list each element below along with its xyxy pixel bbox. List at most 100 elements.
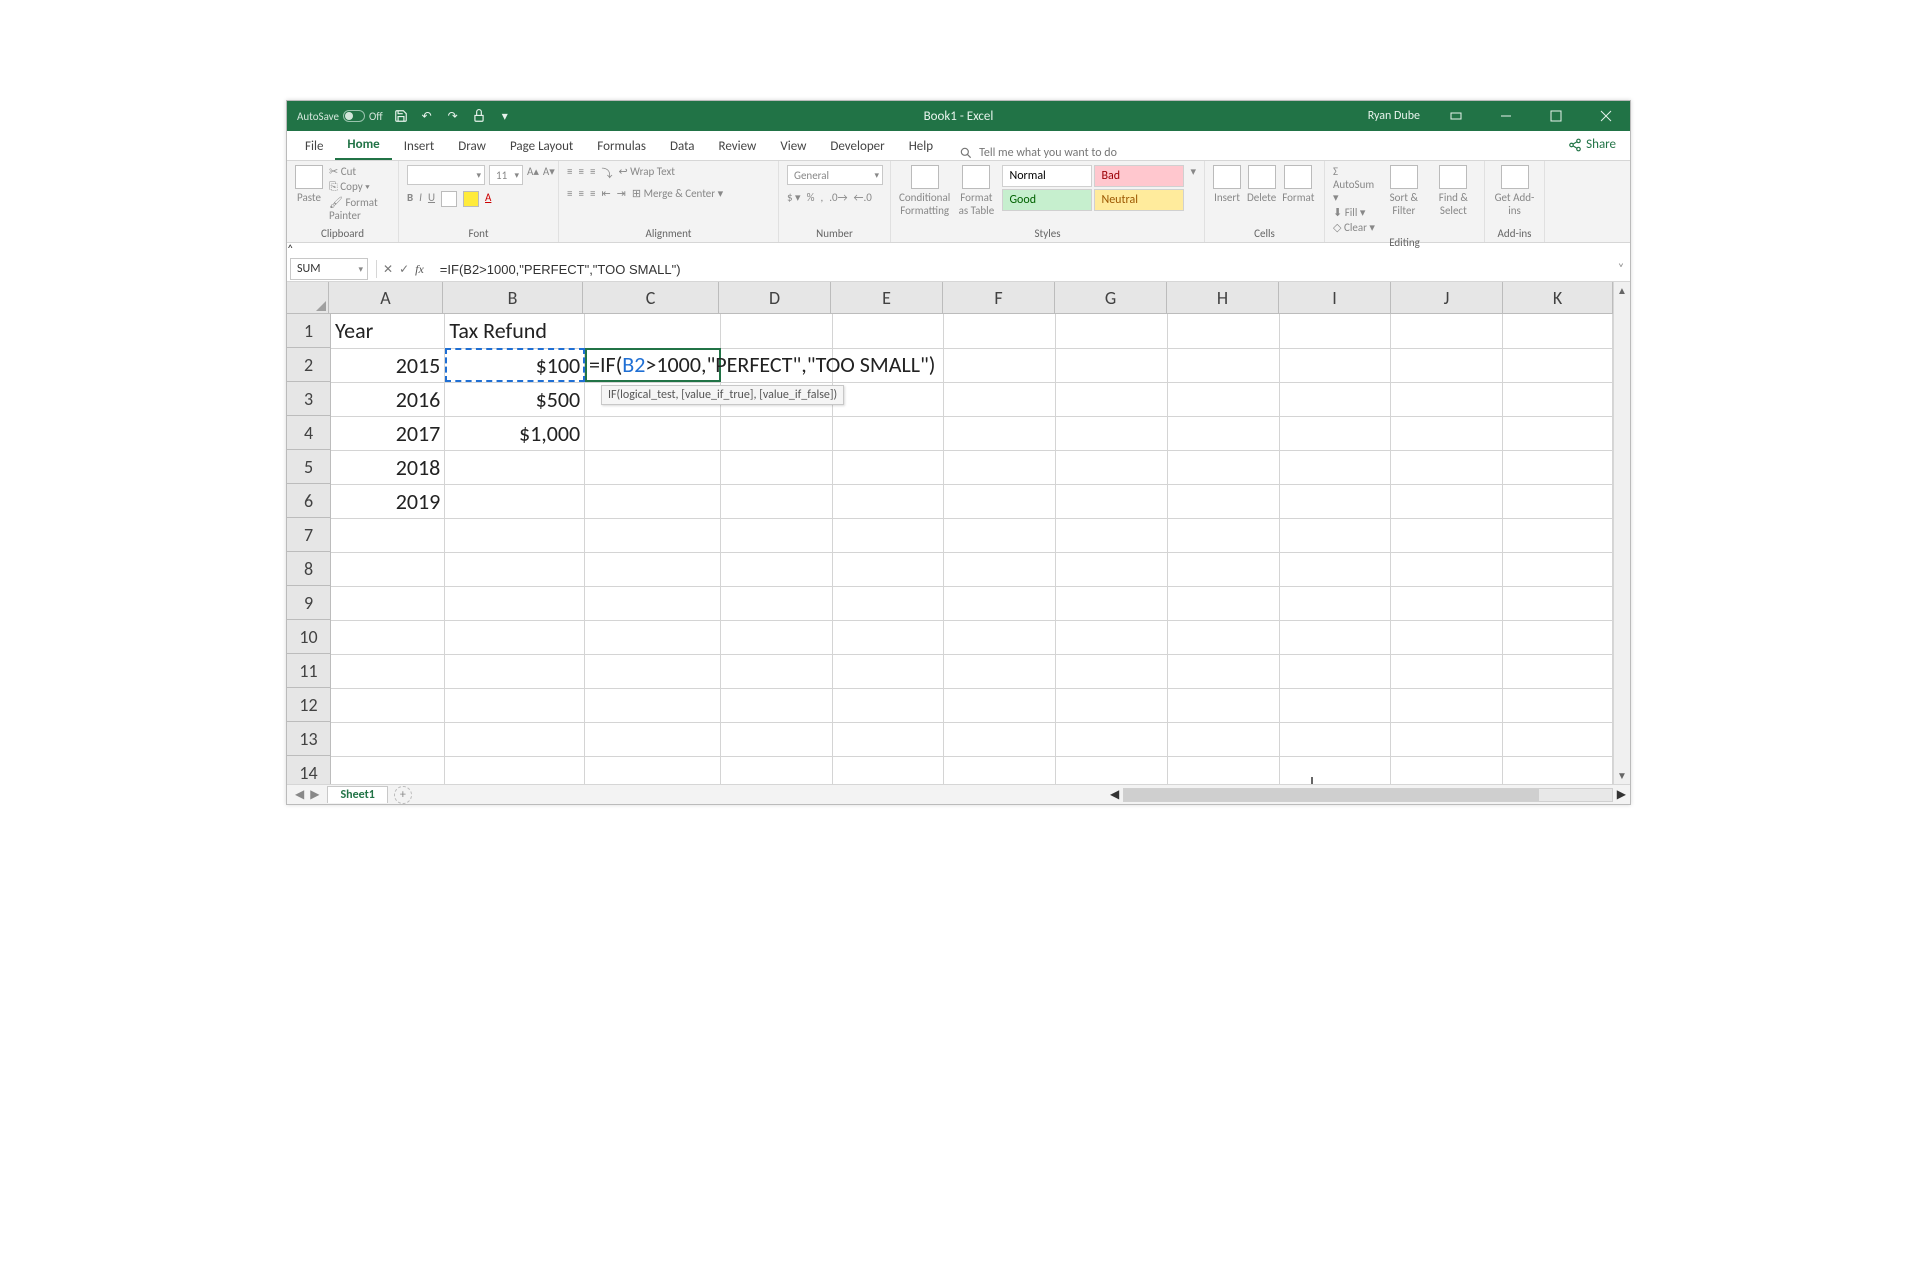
cell-K7[interactable]: [1503, 518, 1613, 552]
cell-B11[interactable]: [445, 654, 585, 688]
cell-B3[interactable]: $500: [445, 382, 585, 416]
cell-F7[interactable]: [944, 518, 1056, 552]
cell-F4[interactable]: [944, 416, 1056, 450]
fill-button[interactable]: ⬇ Fill ▾: [1333, 206, 1377, 219]
sheet-nav-next-icon[interactable]: ▶: [310, 787, 319, 802]
maximize-button[interactable]: [1536, 101, 1576, 131]
cell-A7[interactable]: [331, 518, 445, 552]
cell-K1[interactable]: [1503, 314, 1613, 348]
paste-icon[interactable]: [295, 165, 323, 189]
increase-indent-icon[interactable]: ⇥: [617, 187, 626, 200]
cell-J3[interactable]: [1391, 382, 1503, 416]
cell-I5[interactable]: [1279, 450, 1391, 484]
sort-filter-button[interactable]: Sort & Filter: [1383, 191, 1425, 217]
collapse-ribbon-icon[interactable]: ˄: [287, 243, 293, 257]
cell-C6[interactable]: [585, 484, 721, 518]
sheet-tab-active[interactable]: Sheet1: [327, 786, 387, 803]
format-as-table-icon[interactable]: [962, 165, 990, 189]
cell-E12[interactable]: [832, 688, 944, 722]
cell-E13[interactable]: [832, 722, 944, 756]
share-button[interactable]: Share: [1560, 135, 1624, 154]
cell-G14[interactable]: [1056, 756, 1168, 784]
cell-J1[interactable]: [1391, 314, 1503, 348]
cell-H13[interactable]: [1167, 722, 1279, 756]
cell-D10[interactable]: [720, 620, 832, 654]
expand-formula-bar-icon[interactable]: ˅: [1612, 262, 1630, 276]
find-select-icon[interactable]: [1439, 165, 1467, 189]
cell-D6[interactable]: [720, 484, 832, 518]
cell-C11[interactable]: [585, 654, 721, 688]
get-addins-button[interactable]: Get Add-ins: [1493, 191, 1536, 217]
cell-I12[interactable]: [1279, 688, 1391, 722]
cell-H7[interactable]: [1167, 518, 1279, 552]
worksheet-grid[interactable]: A B C D E F G H I J K: [287, 282, 1630, 784]
cell-E5[interactable]: [832, 450, 944, 484]
minimize-button[interactable]: [1486, 101, 1526, 131]
font-color-icon[interactable]: A: [485, 191, 491, 207]
cell-K2[interactable]: [1503, 348, 1613, 382]
format-painter-button[interactable]: 🖌 Format Painter: [329, 196, 390, 222]
select-all-button[interactable]: [287, 282, 329, 314]
align-middle-icon[interactable]: ≡: [578, 165, 583, 181]
cell-D5[interactable]: [720, 450, 832, 484]
accounting-icon[interactable]: $ ▾: [787, 191, 801, 204]
cell-J13[interactable]: [1391, 722, 1503, 756]
col-header-G[interactable]: G: [1055, 282, 1167, 314]
cell-B10[interactable]: [445, 620, 585, 654]
save-icon[interactable]: [393, 108, 409, 124]
tab-developer[interactable]: Developer: [818, 133, 896, 160]
row-headers[interactable]: 1234567891011121314: [287, 314, 331, 784]
cell-E11[interactable]: [832, 654, 944, 688]
row-header-9[interactable]: 9: [287, 586, 331, 620]
bold-button[interactable]: B: [407, 191, 413, 207]
cancel-edit-icon[interactable]: ✕: [383, 262, 393, 277]
tab-formulas[interactable]: Formulas: [585, 133, 658, 160]
number-format-dropdown[interactable]: General: [787, 165, 883, 185]
cell-G10[interactable]: [1056, 620, 1168, 654]
format-cells-icon[interactable]: [1284, 165, 1312, 189]
col-header-I[interactable]: I: [1279, 282, 1391, 314]
cell-J4[interactable]: [1391, 416, 1503, 450]
cell-C9[interactable]: [585, 586, 721, 620]
tab-page-layout[interactable]: Page Layout: [498, 133, 585, 160]
tab-draw[interactable]: Draw: [446, 133, 498, 160]
paste-button[interactable]: Paste: [297, 191, 321, 204]
cell-C14[interactable]: [585, 756, 721, 784]
col-header-E[interactable]: E: [831, 282, 943, 314]
cell-I4[interactable]: [1279, 416, 1391, 450]
cell-E8[interactable]: [832, 552, 944, 586]
decrease-indent-icon[interactable]: ⇤: [601, 187, 610, 200]
cell-G6[interactable]: [1056, 484, 1168, 518]
cell-D9[interactable]: [720, 586, 832, 620]
cell-G2[interactable]: [1056, 348, 1168, 382]
cell-A2[interactable]: 2015: [331, 348, 445, 382]
vertical-scrollbar[interactable]: ▲ ▼: [1613, 282, 1630, 784]
cell-C1[interactable]: [585, 314, 721, 348]
cell-A5[interactable]: 2018: [331, 450, 445, 484]
cell-G5[interactable]: [1056, 450, 1168, 484]
cell-A3[interactable]: 2016: [331, 382, 445, 416]
style-bad[interactable]: Bad: [1094, 165, 1184, 187]
cell-F12[interactable]: [944, 688, 1056, 722]
cell-F5[interactable]: [944, 450, 1056, 484]
borders-icon[interactable]: [441, 191, 457, 207]
cell-K13[interactable]: [1503, 722, 1613, 756]
close-button[interactable]: [1586, 101, 1626, 131]
cell-H2[interactable]: [1167, 348, 1279, 382]
cell-K10[interactable]: [1503, 620, 1613, 654]
cell-H10[interactable]: [1167, 620, 1279, 654]
cell-C5[interactable]: [585, 450, 721, 484]
cell-K11[interactable]: [1503, 654, 1613, 688]
cell-E1[interactable]: [832, 314, 944, 348]
fx-icon[interactable]: fx: [415, 262, 424, 277]
enter-edit-icon[interactable]: ✓: [399, 262, 409, 277]
scroll-right-icon[interactable]: ▶: [1617, 787, 1626, 802]
cell-F8[interactable]: [944, 552, 1056, 586]
cell-J10[interactable]: [1391, 620, 1503, 654]
cell-H5[interactable]: [1167, 450, 1279, 484]
column-headers[interactable]: A B C D E F G H I J K: [329, 282, 1613, 314]
autosum-button[interactable]: Σ AutoSum ▾: [1333, 165, 1377, 204]
font-name-dropdown[interactable]: [407, 165, 485, 185]
cell-styles-gallery[interactable]: Normal Bad Good Neutral: [1002, 165, 1184, 211]
format-cells-button[interactable]: Format: [1282, 191, 1314, 204]
